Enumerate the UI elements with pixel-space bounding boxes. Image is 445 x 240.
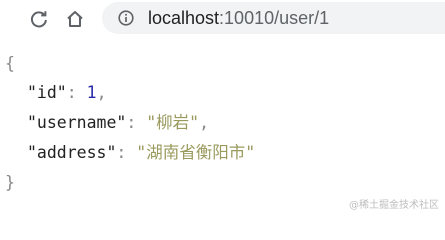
url-text[interactable]: localhost:10010/user/1 [148,8,329,28]
open-brace: { [5,54,15,73]
json-field-username: "username": "柳岩", [27,113,209,133]
watermark: @稀土掘金技术社区 [349,200,439,211]
info-icon[interactable] [118,10,134,26]
home-button[interactable] [62,6,88,32]
reload-button[interactable] [26,6,52,32]
json-field-id: "id": 1, [27,83,107,103]
json-comma: , [199,113,210,132]
json-separator: : [126,113,147,132]
url-path: :10010/user/1 [219,8,330,28]
json-viewer: { "id": 1, "username": "柳岩", "address": … [0,40,445,215]
json-comma: , [96,83,107,102]
reload-icon [30,11,47,28]
close-brace: } [5,173,15,192]
json-field-address: "address": "湖南省衡阳市" [27,143,255,163]
json-value: "柳岩" [146,113,200,132]
json-key: "username" [27,113,127,132]
json-value: "湖南省衡阳市" [136,143,256,162]
json-separator: : [66,83,87,102]
json-key: "address" [27,143,117,162]
json-key: "id" [27,83,67,102]
browser-toolbar: localhost:10010/user/1 [0,0,445,40]
home-icon [67,11,83,27]
json-value: 1 [86,83,97,102]
json-separator: : [116,143,137,162]
address-bar[interactable]: localhost:10010/user/1 [102,2,445,34]
url-host: localhost [148,8,220,28]
